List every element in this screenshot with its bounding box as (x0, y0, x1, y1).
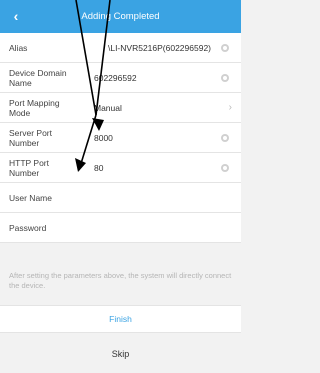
clear-icon[interactable] (221, 43, 229, 52)
page-title: Adding Completed (81, 11, 160, 22)
clear-icon[interactable] (221, 133, 229, 142)
user-name-label: User Name (9, 192, 52, 203)
password-row: Password (0, 213, 241, 243)
port-mapping-mode-label: Port Mapping Mode (9, 97, 60, 118)
device-domain-name-row: Device Domain Name 602296592 (0, 63, 241, 93)
alias-label: Alias (9, 42, 28, 53)
http-port-row: HTTP Port Number 80 (0, 153, 241, 183)
hint-text: After setting the parameters above, the … (9, 271, 232, 290)
header-bar: ‹ Adding Completed (0, 0, 241, 33)
clear-icon[interactable] (221, 73, 229, 82)
device-domain-name-label: Device Domain Name (9, 67, 67, 88)
chevron-right-icon: › (228, 102, 232, 113)
finish-button[interactable]: Finish (0, 305, 241, 333)
server-port-row: Server Port Number 8000 (0, 123, 241, 153)
alias-input[interactable]: \LI-NVR5216P(602296592) (94, 33, 211, 62)
device-form: Alias \LI-NVR5216P(602296592) Device Dom… (0, 33, 241, 243)
http-port-input[interactable]: 80 (94, 153, 211, 182)
user-name-row: User Name (0, 183, 241, 213)
port-mapping-mode-value: Manual (94, 102, 122, 113)
http-port-label: HTTP Port Number (9, 157, 49, 178)
skip-button[interactable]: Skip (0, 341, 241, 367)
clear-icon[interactable] (221, 163, 229, 172)
server-port-input[interactable]: 8000 (94, 123, 211, 152)
port-mapping-mode-row[interactable]: Port Mapping Mode Manual › (0, 93, 241, 123)
alias-row: Alias \LI-NVR5216P(602296592) (0, 33, 241, 63)
password-input[interactable] (94, 213, 211, 242)
user-name-input[interactable] (94, 183, 211, 212)
server-port-label: Server Port Number (9, 127, 52, 148)
password-label: Password (9, 222, 47, 233)
device-domain-name-input[interactable]: 602296592 (94, 63, 211, 92)
